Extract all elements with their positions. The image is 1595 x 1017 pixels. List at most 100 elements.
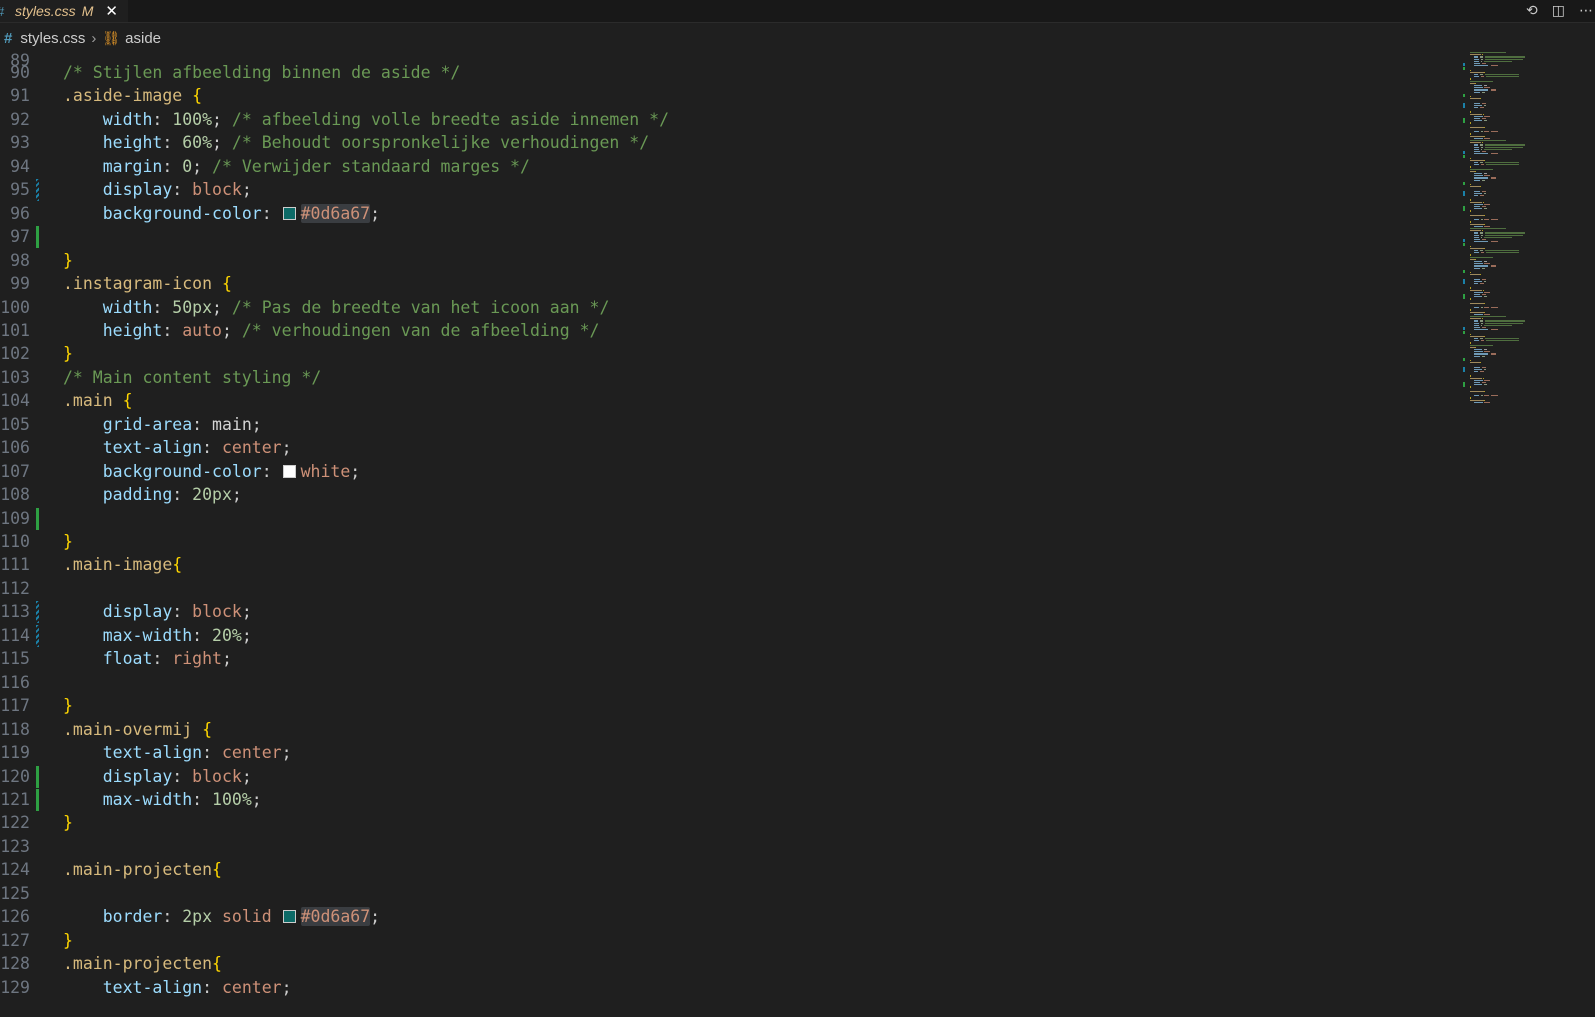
minimap-stroke [1470, 122, 1471, 124]
gutter-added-marker[interactable] [36, 765, 39, 788]
gutter-added-marker[interactable] [36, 788, 39, 811]
code-line[interactable]: 124 .main-projecten{ [0, 858, 1470, 882]
close-icon[interactable]: ✕ [105, 2, 118, 20]
minimap-stroke [1483, 126, 1485, 129]
code-line[interactable]: 101 height: auto; /* verhoudingen van de… [0, 319, 1470, 343]
brace: } [63, 344, 73, 364]
code-line[interactable]: 114 max-width: 20%; [0, 624, 1470, 648]
minimap-stroke [1479, 56, 1484, 58]
color-swatch[interactable] [282, 206, 296, 220]
code-line[interactable]: 96 background-color: #0d6a67; [0, 202, 1470, 226]
code-line[interactable]: 103 /* Main content styling */ [0, 366, 1470, 390]
code-line[interactable]: 100 width: 50px; /* Pas de breedte van h… [0, 296, 1470, 320]
line-number: 112 [0, 578, 30, 598]
line-number: 92 [10, 109, 30, 129]
gutter-modified-marker[interactable] [36, 179, 39, 202]
code-line[interactable]: 98} [0, 249, 1470, 273]
code-line[interactable]: 110} [0, 530, 1470, 554]
minimap[interactable] [1462, 48, 1567, 408]
minimap-stroke [1485, 58, 1524, 60]
code-line[interactable]: 126 border: 2px solid #0d6a67; [0, 905, 1470, 929]
more-actions-icon[interactable]: ⋯ [1579, 3, 1593, 19]
minimap-stroke [1473, 252, 1479, 254]
minimap-stroke [1470, 309, 1471, 311]
brace: { [212, 954, 222, 974]
punctuation: ; [212, 109, 232, 129]
code-line[interactable]: 99 .instagram-icon { [0, 272, 1470, 296]
minimap-stroke [1491, 329, 1498, 331]
code-line[interactable]: 125 [0, 882, 1470, 906]
minimap-change-marker [1463, 67, 1465, 71]
minimap-stroke [1473, 280, 1482, 283]
gutter-modified-marker[interactable] [36, 601, 39, 624]
code-line[interactable]: 117} [0, 694, 1470, 718]
minimap-stroke [1473, 74, 1479, 76]
minimap-stroke [1491, 177, 1496, 179]
gutter-added-marker[interactable] [36, 226, 39, 249]
css-property: background-color [102, 461, 262, 481]
code-line[interactable]: 91 .aside-image { [0, 84, 1470, 108]
minimap-stroke [1485, 322, 1524, 324]
code-line[interactable]: 112 [0, 577, 1470, 601]
code-line[interactable]: 123 [0, 835, 1470, 859]
minimap-stroke [1473, 179, 1480, 181]
code-line[interactable]: 97 [0, 225, 1470, 249]
breadcrumb-symbol[interactable]: aside [125, 30, 161, 47]
css-file-icon: # [4, 29, 13, 47]
minimap-stroke [1484, 395, 1489, 397]
minimap-stroke [1483, 296, 1488, 298]
code-line[interactable]: 102} [0, 342, 1470, 366]
code-line[interactable]: 113 display: block; [0, 600, 1470, 624]
minimap-stroke [1481, 239, 1487, 241]
gutter-added-marker[interactable] [36, 507, 39, 530]
code-line[interactable]: 120 display: block; [0, 765, 1470, 789]
minimap-stroke [1470, 126, 1484, 129]
breadcrumb-file[interactable]: styles.css [20, 30, 85, 47]
code-line[interactable]: 90 /* Stijlen afbeelding binnen de aside … [0, 61, 1470, 85]
code-line[interactable]: 93 height: 60%; /* Behoudt oorspronkelij… [0, 131, 1470, 155]
code-line[interactable]: 94 margin: 0; /* Verwijder standaard mar… [0, 155, 1470, 179]
code-editor[interactable]: 89 90/* Stijlen afbeelding binnen de asi… [0, 38, 1470, 1017]
minimap-stroke [1481, 179, 1486, 181]
tab-styles-css[interactable]: # styles.css M ✕ [0, 0, 128, 22]
punctuation: ; [281, 743, 292, 763]
code-comment: /* Pas de breedte van het icoon aan */ [231, 297, 610, 317]
gutter-modified-marker[interactable] [36, 624, 39, 647]
code-line[interactable]: 122} [0, 811, 1470, 835]
code-line[interactable]: 92 width: 100%; /* afbeelding volle bree… [0, 108, 1470, 132]
code-line[interactable]: 129 text-align: center; [0, 976, 1470, 1000]
minimap-stroke [1473, 89, 1488, 91]
code-line[interactable]: 107 background-color: white; [0, 460, 1470, 484]
minimap-stroke [1473, 60, 1479, 63]
code-line[interactable]: 116 [0, 671, 1470, 695]
code-line[interactable]: 104 .main { [0, 389, 1470, 413]
code-line[interactable]: 128 .main-projecten{ [0, 952, 1470, 976]
color-swatch[interactable] [282, 464, 296, 478]
minimap-stroke [1481, 190, 1487, 192]
minimap-stroke [1491, 89, 1496, 91]
minimap-stroke [1483, 302, 1485, 305]
css-property: text-align [102, 743, 203, 763]
brace: { [172, 555, 183, 575]
code-line[interactable]: 127} [0, 929, 1470, 953]
minimap-stroke [1483, 104, 1487, 107]
code-line[interactable]: 105 grid-area: main; [0, 413, 1470, 437]
code-line[interactable]: 121 max-width: 100%; [0, 788, 1470, 812]
code-line[interactable]: 109 [0, 507, 1470, 531]
split-editor-icon[interactable]: ◫ [1552, 3, 1565, 19]
minimap-stroke [1481, 327, 1487, 329]
code-line[interactable]: 119 text-align: center; [0, 741, 1470, 765]
minimap-stroke [1475, 170, 1477, 173]
code-line[interactable]: 95 display: block; [0, 178, 1470, 202]
code-line[interactable]: 115 float: right; [0, 647, 1470, 671]
line-number: 123 [0, 836, 30, 856]
code-line[interactable]: 106 text-align: center; [0, 436, 1470, 460]
code-line[interactable]: 118 .main-overmij { [0, 718, 1470, 742]
code-line[interactable]: 108 padding: 20px; [0, 483, 1470, 507]
minimap-stroke [1473, 219, 1479, 221]
color-swatch[interactable] [282, 910, 296, 924]
code-line[interactable]: 111 .main-image{ [0, 553, 1470, 577]
minimap-stroke [1473, 102, 1480, 104]
minimap-stroke [1473, 366, 1480, 368]
compare-changes-icon[interactable]: ⟲ [1526, 3, 1538, 19]
